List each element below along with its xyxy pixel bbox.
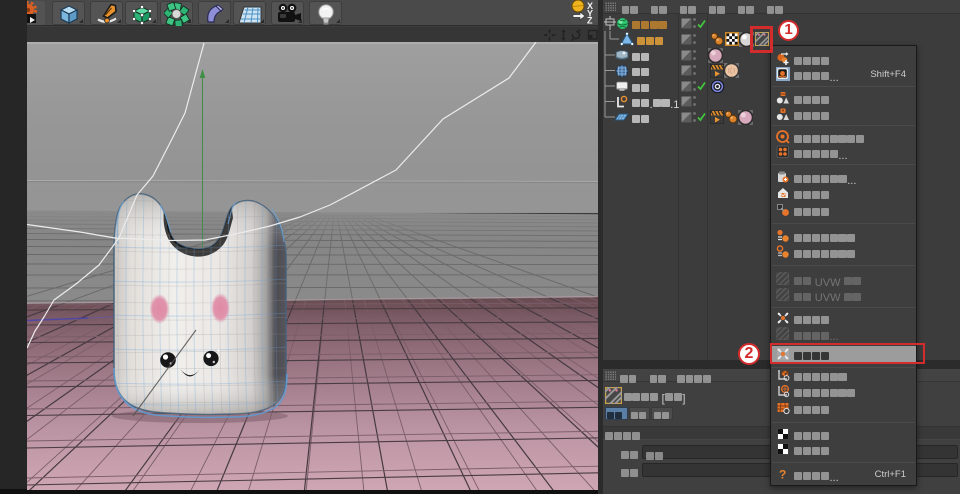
svg-text:Z: Z bbox=[587, 16, 593, 25]
svg-text:?: ? bbox=[779, 468, 786, 482]
